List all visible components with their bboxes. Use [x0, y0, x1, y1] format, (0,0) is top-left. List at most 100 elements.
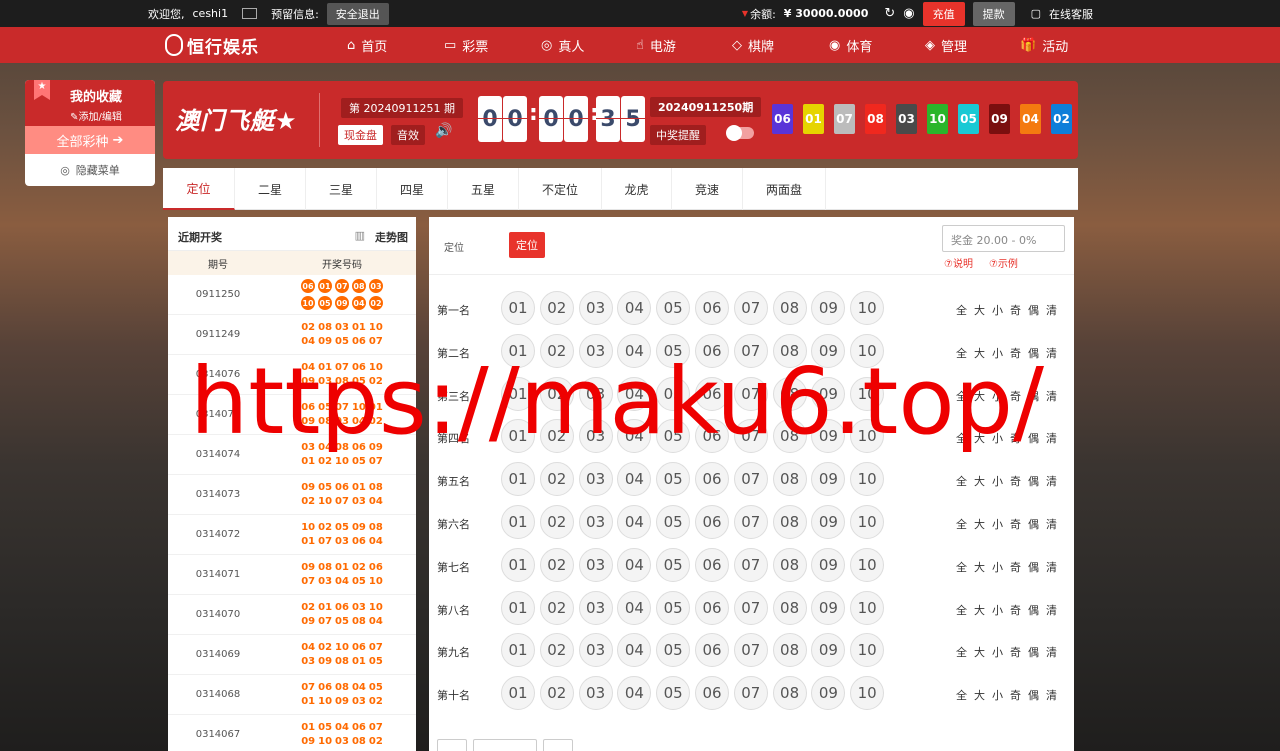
bet-number-ball[interactable]: 08 — [772, 676, 807, 711]
quick-select-option[interactable]: 大 — [974, 516, 985, 532]
quick-select-option[interactable]: 奇 — [1010, 559, 1021, 575]
nav-item-sports[interactable]: ◉ 体育 — [829, 27, 872, 63]
quick-select-option[interactable]: 小 — [992, 687, 1003, 703]
speaker-icon[interactable]: 🔊 — [435, 123, 452, 139]
bet-number-ball[interactable]: 06 — [695, 590, 729, 625]
bet-number-ball[interactable]: 06 — [695, 291, 729, 325]
hide-menu-button[interactable]: ◎ 隐藏菜单 — [25, 154, 155, 186]
tab-sanxing[interactable]: 三星 — [306, 168, 377, 210]
bet-number-ball[interactable]: 03 — [578, 590, 613, 625]
bet-number-ball[interactable]: 05 — [656, 291, 691, 325]
bet-number-ball[interactable]: 02 — [539, 676, 574, 711]
nav-item-games[interactable]: ☝ 电游 — [636, 27, 676, 63]
quick-select-option[interactable]: 清 — [1046, 473, 1057, 489]
bet-number-ball[interactable]: 03 — [578, 547, 613, 582]
bet-number-ball[interactable]: 09 — [811, 505, 846, 539]
nav-item-live[interactable]: ◎ 真人 — [541, 27, 584, 63]
tab-longhu[interactable]: 龙虎 — [602, 168, 672, 210]
bet-number-ball[interactable]: 05 — [656, 547, 691, 582]
multiple-input[interactable] — [473, 739, 537, 751]
tab-jingsu[interactable]: 竞速 — [672, 168, 743, 210]
bet-number-ball[interactable]: 05 — [656, 462, 691, 497]
quick-select-option[interactable]: 偶 — [1028, 687, 1039, 703]
bet-number-ball[interactable]: 10 — [850, 633, 885, 668]
cash-mode-button[interactable]: 现金盘 — [338, 125, 383, 145]
quick-select-option[interactable]: 小 — [992, 602, 1003, 618]
quick-select-option[interactable]: 清 — [1046, 602, 1057, 618]
bet-number-ball[interactable]: 06 — [695, 547, 729, 582]
quick-select-option[interactable]: 大 — [974, 644, 985, 660]
quick-select-option[interactable]: 大 — [974, 302, 985, 318]
nav-item-home[interactable]: ⌂ 首页 — [347, 27, 387, 63]
quick-select-option[interactable]: 全 — [956, 559, 967, 575]
quick-select-option[interactable]: 大 — [974, 559, 985, 575]
bet-number-ball[interactable]: 08 — [772, 590, 807, 625]
tab-erxing[interactable]: 二星 — [235, 168, 306, 210]
bet-number-ball[interactable]: 07 — [733, 633, 768, 668]
bet-number-ball[interactable]: 02 — [539, 547, 574, 582]
quick-select-option[interactable]: 全 — [956, 302, 967, 318]
bet-number-ball[interactable]: 09 — [811, 633, 846, 668]
logout-button[interactable]: 安全退出 — [326, 2, 389, 25]
bet-number-ball[interactable]: 04 — [617, 462, 652, 497]
bet-number-ball[interactable]: 10 — [850, 676, 885, 711]
quick-select-option[interactable]: 小 — [992, 516, 1003, 532]
quick-select-option[interactable]: 奇 — [1010, 302, 1021, 318]
bet-number-ball[interactable]: 08 — [772, 291, 807, 325]
deposit-button[interactable]: 充值 — [922, 1, 965, 26]
quick-select-option[interactable]: 小 — [992, 644, 1003, 660]
bet-number-ball[interactable]: 01 — [501, 462, 535, 497]
quick-select-option[interactable]: 全 — [956, 516, 967, 532]
bet-number-ball[interactable]: 01 — [501, 547, 535, 582]
bet-number-ball[interactable]: 07 — [733, 547, 768, 582]
bet-number-ball[interactable]: 02 — [539, 505, 574, 539]
quick-select-option[interactable]: 大 — [974, 602, 985, 618]
mail-icon[interactable] — [242, 8, 258, 19]
quick-select-option[interactable]: 偶 — [1028, 644, 1039, 660]
quick-select-option[interactable]: 偶 — [1028, 473, 1039, 489]
bet-number-ball[interactable]: 01 — [501, 590, 535, 625]
bet-number-ball[interactable]: 03 — [578, 462, 613, 497]
play-dingwei-button[interactable]: 定位 — [509, 232, 545, 258]
win-remind-toggle[interactable] — [726, 125, 754, 141]
quick-select-option[interactable]: 偶 — [1028, 559, 1039, 575]
bet-number-ball[interactable]: 08 — [772, 462, 807, 497]
withdraw-button[interactable]: 提款 — [972, 1, 1015, 26]
quick-select-option[interactable]: 奇 — [1010, 687, 1021, 703]
help-link[interactable]: ⑦说明 — [944, 255, 973, 270]
quick-select-option[interactable]: 偶 — [1028, 602, 1039, 618]
bet-number-ball[interactable]: 02 — [539, 590, 574, 625]
quick-select-option[interactable]: 全 — [956, 602, 967, 618]
bet-number-ball[interactable]: 06 — [695, 505, 729, 539]
bet-number-ball[interactable]: 03 — [578, 633, 613, 668]
favorites-edit-link[interactable]: ✎添加/编辑 — [25, 108, 155, 123]
bet-number-ball[interactable]: 10 — [850, 462, 885, 497]
quick-select-option[interactable]: 大 — [974, 473, 985, 489]
bet-number-ball[interactable]: 07 — [733, 505, 768, 539]
bet-number-ball[interactable]: 01 — [501, 633, 535, 668]
quick-select-option[interactable]: 清 — [1046, 559, 1057, 575]
bet-number-ball[interactable]: 04 — [617, 291, 652, 325]
bet-number-ball[interactable]: 04 — [617, 547, 652, 582]
tab-budingwei[interactable]: 不定位 — [519, 168, 602, 210]
bet-number-ball[interactable]: 03 — [578, 676, 613, 711]
quick-select-option[interactable]: 小 — [992, 473, 1003, 489]
quick-select-option[interactable]: 清 — [1046, 302, 1057, 318]
refresh-icon[interactable]: ↻ — [884, 6, 895, 21]
bet-number-ball[interactable]: 02 — [539, 462, 574, 497]
quick-select-option[interactable]: 奇 — [1010, 473, 1021, 489]
bet-number-ball[interactable]: 10 — [850, 590, 885, 625]
bet-number-ball[interactable]: 08 — [772, 505, 807, 539]
bet-number-ball[interactable]: 01 — [501, 291, 535, 325]
nav-item-events[interactable]: 🎁 活动 — [1020, 27, 1068, 63]
quick-select-option[interactable]: 全 — [956, 687, 967, 703]
bet-number-ball[interactable]: 02 — [539, 291, 574, 325]
bet-number-ball[interactable]: 10 — [850, 505, 885, 539]
quick-select-option[interactable]: 奇 — [1010, 602, 1021, 618]
example-link[interactable]: ⑦示例 — [989, 255, 1018, 270]
odds-field[interactable]: 奖金 20.00 - 0% — [942, 225, 1065, 252]
bet-number-ball[interactable]: 01 — [501, 676, 535, 711]
tab-dingwei[interactable]: 定位 — [163, 168, 235, 210]
quick-select-option[interactable]: 大 — [974, 687, 985, 703]
bet-number-ball[interactable]: 09 — [811, 291, 846, 325]
